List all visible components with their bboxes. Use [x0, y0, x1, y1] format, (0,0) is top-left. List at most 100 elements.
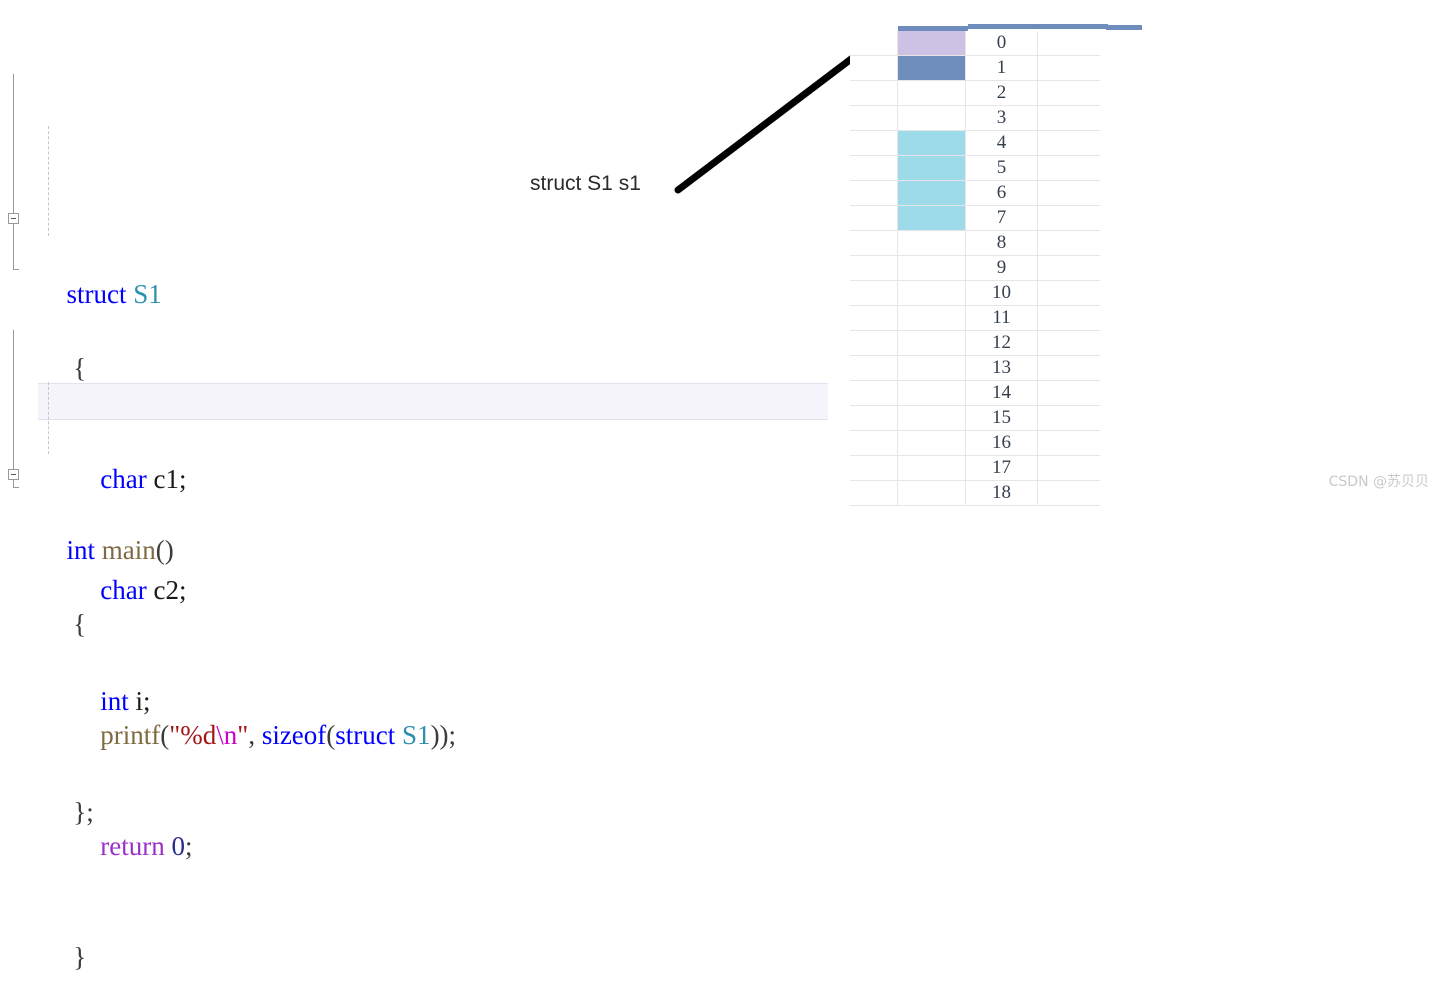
spreadsheet-row[interactable]: 18	[850, 481, 1100, 506]
spreadsheet-row[interactable]: 13	[850, 356, 1100, 381]
memory-byte-cell[interactable]	[898, 406, 966, 430]
spreadsheet-row[interactable]: 2	[850, 81, 1100, 106]
spreadsheet-cell-col-d[interactable]	[1038, 331, 1098, 355]
spreadsheet-cell-col-d[interactable]	[1038, 256, 1098, 280]
spreadsheet-cell-col-a[interactable]	[850, 356, 898, 380]
spreadsheet-row[interactable]: 7	[850, 206, 1100, 231]
spreadsheet-cell-col-a[interactable]	[850, 331, 898, 355]
spreadsheet-row[interactable]: 3	[850, 106, 1100, 131]
byte-offset-label: 7	[966, 206, 1038, 230]
memory-byte-cell[interactable]	[898, 356, 966, 380]
memory-byte-cell[interactable]	[898, 281, 966, 305]
code-line[interactable]: return 0;	[26, 791, 456, 861]
memory-byte-cell[interactable]	[898, 131, 966, 155]
spreadsheet-cell-col-a[interactable]	[850, 231, 898, 255]
spreadsheet-cell-col-d[interactable]	[1038, 231, 1098, 255]
memory-byte-cell[interactable]	[898, 106, 966, 130]
spreadsheet-cell-col-a[interactable]	[850, 306, 898, 330]
memory-byte-cell[interactable]	[898, 56, 966, 80]
spreadsheet-cell-col-d[interactable]	[1038, 81, 1098, 105]
spreadsheet-row[interactable]: 0	[850, 31, 1100, 56]
spreadsheet-row[interactable]: 16	[850, 431, 1100, 456]
fold-toggle-icon[interactable]	[8, 469, 19, 480]
memory-byte-cell[interactable]	[898, 181, 966, 205]
outline-rail-struct	[13, 74, 19, 270]
spreadsheet-cell-col-d[interactable]	[1038, 456, 1098, 480]
spreadsheet-cell-col-a[interactable]	[850, 156, 898, 180]
code-editor-pane[interactable]: struct S1 { char c1; char c2; int i; }; …	[0, 0, 840, 972]
memory-byte-cell[interactable]	[898, 156, 966, 180]
fold-toggle-icon[interactable]	[8, 213, 19, 224]
spreadsheet-cell-col-d[interactable]	[1038, 106, 1098, 130]
memory-byte-cell[interactable]	[898, 456, 966, 480]
code-line[interactable]: int main()	[8, 458, 456, 565]
spreadsheet-cell-col-a[interactable]	[850, 56, 898, 80]
spreadsheet-cell-col-a[interactable]	[850, 131, 898, 155]
spreadsheet-cell-col-d[interactable]	[1038, 381, 1098, 405]
memory-byte-cell[interactable]	[898, 431, 966, 455]
memory-byte-cell[interactable]	[898, 206, 966, 230]
spreadsheet-cell-col-a[interactable]	[850, 431, 898, 455]
spreadsheet-cell-col-a[interactable]	[850, 281, 898, 305]
code-token: int	[66, 535, 96, 565]
spreadsheet-cell-col-a[interactable]	[850, 381, 898, 405]
spreadsheet-cell-col-a[interactable]	[850, 206, 898, 230]
memory-byte-cell[interactable]	[898, 31, 966, 55]
code-block-main-function[interactable]: int main() { printf("%d\n", sizeof(struc…	[8, 310, 456, 1002]
byte-offset-label: 17	[966, 456, 1038, 480]
spreadsheet-cell-col-a[interactable]	[850, 456, 898, 480]
spreadsheet-cell-col-a[interactable]	[850, 256, 898, 280]
code-line[interactable]: }	[26, 902, 456, 972]
spreadsheet-cell-col-d[interactable]	[1038, 181, 1098, 205]
spreadsheet-cell-col-d[interactable]	[1038, 156, 1098, 180]
spreadsheet-row[interactable]: 14	[850, 381, 1100, 406]
spreadsheet-cell-col-d[interactable]	[1038, 431, 1098, 455]
code-line[interactable]: struct S1	[8, 202, 186, 309]
spreadsheet-cell-col-d[interactable]	[1038, 406, 1098, 430]
spreadsheet-cell-col-d[interactable]	[1038, 31, 1098, 55]
spreadsheet-cell-col-d[interactable]	[1038, 481, 1098, 505]
spreadsheet-row[interactable]: 15	[850, 406, 1100, 431]
memory-byte-cell[interactable]	[898, 306, 966, 330]
spreadsheet-row[interactable]: 8	[850, 231, 1100, 256]
spreadsheet-row[interactable]: 10	[850, 281, 1100, 306]
byte-offset-label: 8	[966, 231, 1038, 255]
memory-byte-cell[interactable]	[898, 381, 966, 405]
spreadsheet-rows[interactable]: 0 1 2 3 4 5 6 7 8 9 10 11 12 13 14 15 16 17 18	[850, 0, 1100, 506]
spreadsheet-cell-col-d[interactable]	[1038, 206, 1098, 230]
spreadsheet-row[interactable]: 5	[850, 156, 1100, 181]
spreadsheet-cell-col-d[interactable]	[1038, 356, 1098, 380]
spreadsheet-row[interactable]: 17	[850, 456, 1100, 481]
spreadsheet-cell-col-a[interactable]	[850, 181, 898, 205]
spreadsheet-cell-col-a[interactable]	[850, 406, 898, 430]
memory-byte-cell[interactable]	[898, 481, 966, 505]
spreadsheet-row[interactable]: 4	[850, 131, 1100, 156]
memory-byte-cell[interactable]	[898, 256, 966, 280]
blue-bar-segment	[1106, 25, 1142, 30]
spreadsheet-cell-col-a[interactable]	[850, 81, 898, 105]
code-token: ;	[184, 831, 193, 861]
spreadsheet-row[interactable]: 12	[850, 331, 1100, 356]
memory-byte-cell[interactable]	[898, 81, 966, 105]
spreadsheet-row[interactable]: 11	[850, 306, 1100, 331]
spreadsheet-cell-col-a[interactable]	[850, 31, 898, 55]
code-line[interactable]: {	[26, 569, 456, 639]
spreadsheet-cell-col-d[interactable]	[1038, 56, 1098, 80]
byte-offset-label: 11	[966, 306, 1038, 330]
code-line-printf[interactable]: printf("%d\n", sizeof(struct S1));	[26, 680, 456, 750]
spreadsheet-row[interactable]: 6	[850, 181, 1100, 206]
spreadsheet-row[interactable]: 9	[850, 256, 1100, 281]
spreadsheet-cell-col-d[interactable]	[1038, 281, 1098, 305]
spreadsheet-cell-col-a[interactable]	[850, 481, 898, 505]
spreadsheet-cell-col-d[interactable]	[1038, 306, 1098, 330]
spreadsheet-row[interactable]: 1	[850, 56, 1100, 81]
memory-layout-spreadsheet[interactable]: 0 1 2 3 4 5 6 7 8 9 10 11 12 13 14 15 16 17 18	[850, 0, 1142, 506]
memory-byte-cell[interactable]	[898, 331, 966, 355]
memory-byte-cell[interactable]	[898, 231, 966, 255]
spreadsheet-cell-col-a[interactable]	[850, 106, 898, 130]
code-token: "%d	[169, 720, 217, 750]
spreadsheet-cell-col-d[interactable]	[1038, 131, 1098, 155]
